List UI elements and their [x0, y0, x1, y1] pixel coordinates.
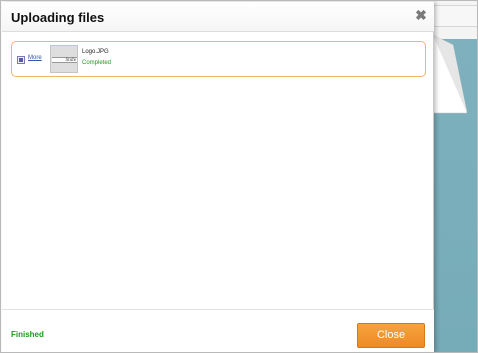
file-name: Logo.JPG — [82, 49, 109, 55]
screenshot-frame: Uploading files ✖ More Stufe Logo.JPG Co… — [0, 0, 478, 353]
dialog-title: Uploading files — [11, 10, 105, 25]
file-list-item: More Stufe Logo.JPG Completed — [11, 41, 426, 77]
page-curl-shape — [433, 34, 467, 114]
file-status: Completed — [82, 60, 112, 66]
dialog-footer: Finished Close — [2, 309, 434, 352]
upload-status: Finished — [11, 330, 44, 339]
file-thumbnail: Stufe — [50, 45, 78, 73]
close-button[interactable]: Close — [357, 323, 425, 348]
close-icon[interactable]: ✖ — [414, 7, 428, 23]
upload-dialog: Uploading files ✖ More Stufe Logo.JPG Co… — [2, 2, 434, 352]
background-toolbar — [433, 5, 477, 27]
thumbnail-text: Stufe — [65, 58, 76, 63]
file-checkbox[interactable] — [17, 56, 25, 64]
checkbox-mark — [19, 58, 23, 62]
thumbnail-band: Stufe — [52, 57, 77, 63]
dialog-header: Uploading files ✖ — [2, 2, 434, 32]
more-link[interactable]: More — [28, 55, 42, 61]
